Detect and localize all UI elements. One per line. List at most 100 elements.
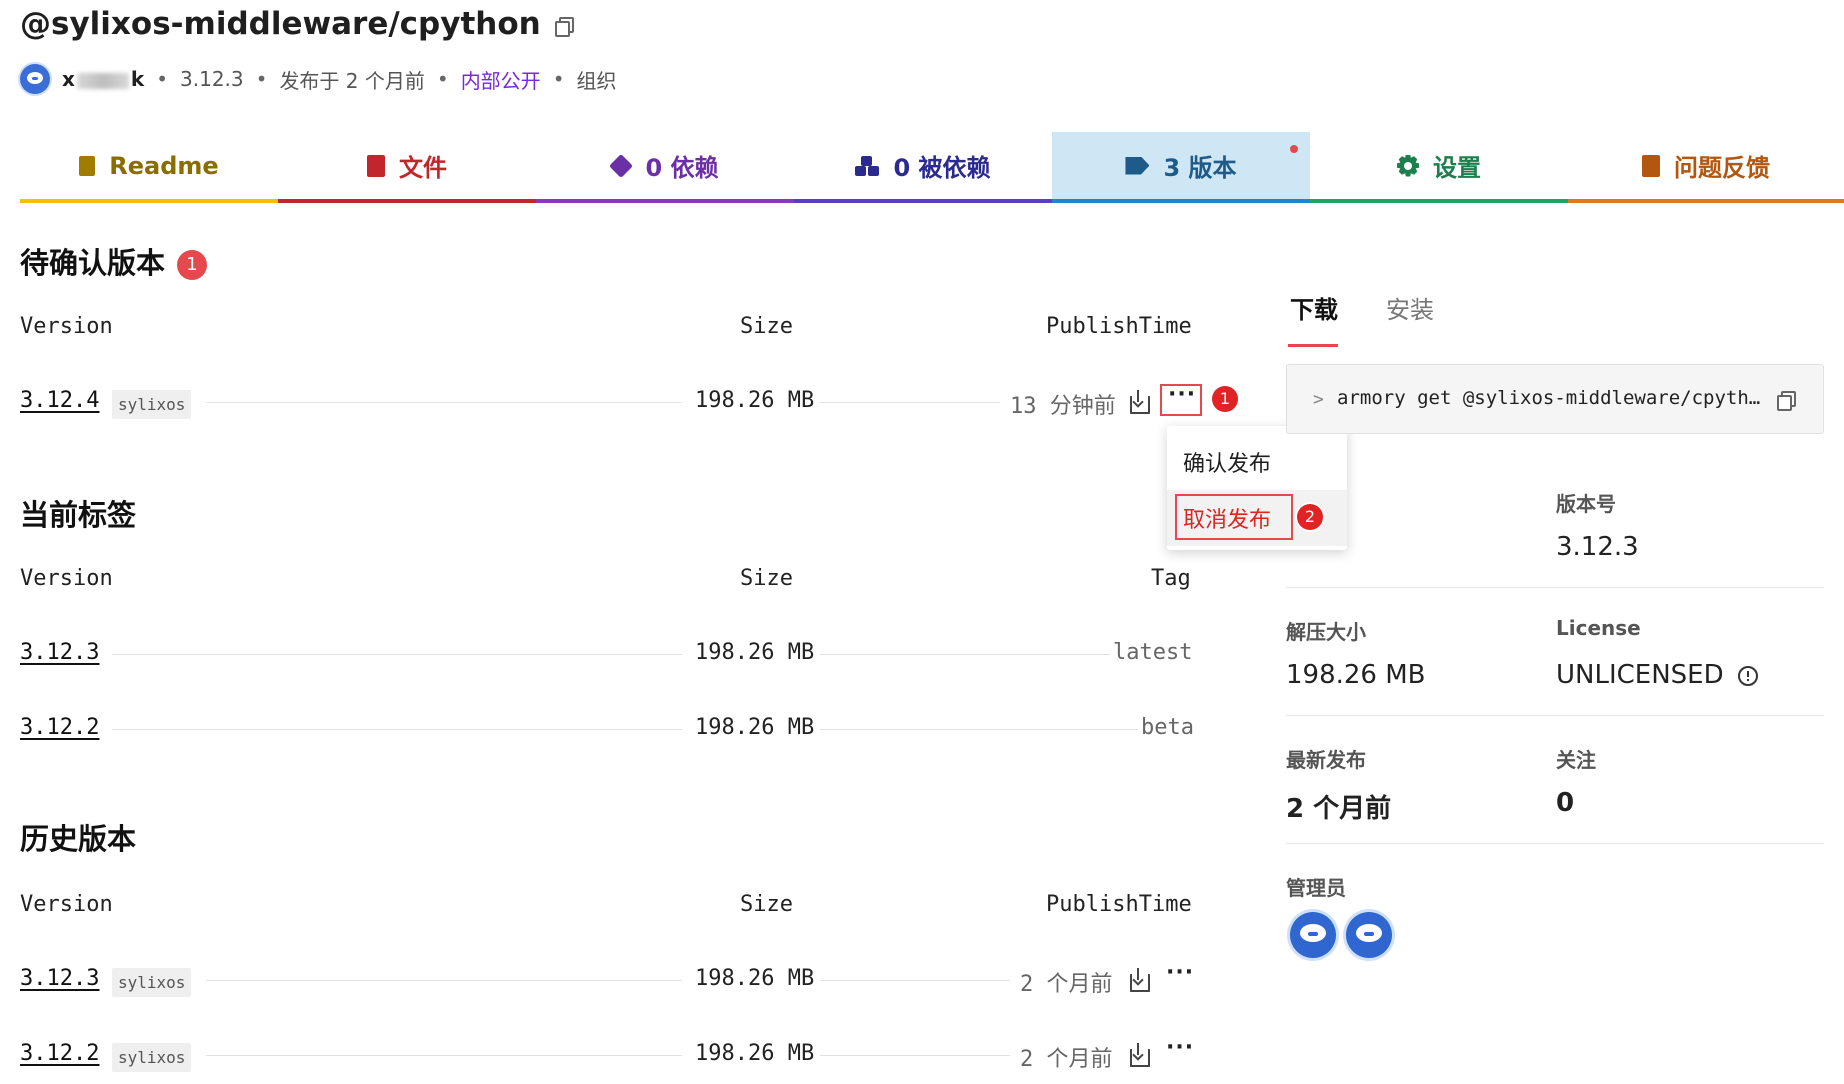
col-size: Size: [740, 892, 793, 917]
history-heading: 历史版本: [20, 822, 137, 856]
follow-label: 关注: [1556, 748, 1596, 772]
copy-icon[interactable]: [554, 16, 574, 37]
publish-time: 2 个月前: [1020, 972, 1113, 997]
actions-dropdown: 确认发布 取消发布 2: [1167, 426, 1347, 550]
row-leader: [820, 729, 1138, 730]
meta-published: 发布于 2 个月前: [279, 68, 425, 93]
author-name[interactable]: xk: [62, 67, 144, 91]
copy-icon[interactable]: [1777, 390, 1796, 411]
menu-confirm-publish[interactable]: 确认发布: [1167, 434, 1347, 490]
version-link[interactable]: 3.12.2: [20, 1041, 99, 1066]
notification-dot: [1290, 145, 1298, 153]
col-tag: Tag: [1151, 566, 1191, 591]
col-size: Size: [740, 314, 793, 339]
package-title: @sylixos-middleware/cpython: [20, 6, 574, 42]
more-actions-button[interactable]: ···: [1166, 1035, 1194, 1060]
tab-install[interactable]: 安装: [1386, 290, 1434, 325]
download-icon[interactable]: [1130, 1043, 1150, 1067]
redacted-name: [76, 72, 129, 89]
publish-time: 2 个月前: [1020, 1047, 1113, 1072]
current-tags-heading: 当前标签: [20, 498, 137, 532]
step-marker-1: 1: [1212, 386, 1238, 412]
license-field: UNLICENSED: [1556, 660, 1758, 690]
pending-count-badge: 1: [177, 250, 208, 280]
license-label: License: [1556, 616, 1641, 640]
platform-chip: sylixos: [112, 390, 192, 419]
visibility-label: 内部公开: [460, 68, 541, 93]
version-size: 198.26 MB: [695, 640, 815, 665]
cube-icon: [609, 153, 634, 178]
col-version: Version: [20, 314, 113, 339]
file-code-icon: [367, 154, 385, 177]
unpacked-size-label: 解压大小: [1286, 620, 1366, 644]
tab-versions[interactable]: 3 版本: [1052, 132, 1310, 199]
more-actions-button[interactable]: ···: [1160, 382, 1202, 416]
row-leader: [820, 654, 1110, 655]
row-leader: [112, 654, 682, 655]
table-row: 3.12.3 sylixos 198.26 MB 2 个月前 ···: [20, 960, 1220, 1006]
table-row: 3.12.2 198.26 MB beta: [20, 715, 1200, 755]
col-version: Version: [20, 566, 113, 591]
command-box: > armory get @sylixos-middleware/cpyth…: [1286, 364, 1824, 434]
tab-readme-underline: [20, 199, 278, 203]
divider: [1286, 843, 1824, 844]
tab-dependencies[interactable]: 0 依赖: [536, 132, 794, 199]
row-leader: [206, 1055, 682, 1056]
menu-cancel-publish[interactable]: 取消发布 2: [1167, 490, 1347, 546]
owner-type: 组织: [576, 68, 617, 93]
version-size: 198.26 MB: [695, 966, 815, 991]
version-size: 198.26 MB: [695, 388, 815, 413]
admin-avatar[interactable]: [1290, 912, 1336, 958]
version-link[interactable]: 3.12.3: [20, 640, 99, 665]
install-command: armory get @sylixos-middleware/cpyth…: [1337, 387, 1761, 409]
row-leader: [820, 1055, 1010, 1056]
row-leader: [112, 729, 682, 730]
tab-dependents-underline: [794, 199, 1052, 203]
version-tag: beta: [1141, 715, 1194, 740]
version-link[interactable]: 3.12.3: [20, 966, 99, 991]
tab-files-underline: [278, 199, 536, 203]
version-value: 3.12.3: [1556, 532, 1639, 562]
cubes-icon: [855, 155, 880, 176]
admins-label: 管理员: [1286, 876, 1346, 900]
col-publish-time: PublishTime: [1046, 314, 1192, 339]
divider: [1286, 587, 1824, 588]
gear-icon: [1397, 154, 1419, 177]
info-icon[interactable]: [1737, 665, 1758, 686]
version-link[interactable]: 3.12.4: [20, 388, 99, 413]
separator: •: [156, 67, 169, 91]
version-tag: latest: [1113, 640, 1193, 665]
separator: •: [436, 67, 449, 91]
tab-readme[interactable]: Readme: [20, 132, 278, 199]
version-size: 198.26 MB: [695, 1041, 815, 1066]
package-tabs: Readme 文件 0 依赖 0 被依赖 3 版本 设置 问题反馈: [20, 132, 1844, 203]
tab-download[interactable]: 下载: [1290, 290, 1338, 325]
more-actions-button[interactable]: ···: [1166, 960, 1194, 985]
row-leader: [206, 402, 682, 403]
author-avatar[interactable]: [20, 64, 50, 94]
col-size: Size: [740, 566, 793, 591]
file-feedback-icon: [1642, 154, 1660, 177]
tab-dependents[interactable]: 0 被依赖: [794, 132, 1052, 199]
download-icon[interactable]: [1130, 390, 1150, 414]
package-meta: xk • 3.12.3 • 发布于 2 个月前 • 内部公开 • 组织: [20, 64, 616, 94]
col-version: Version: [20, 892, 113, 917]
tab-feedback[interactable]: 问题反馈: [1568, 132, 1844, 199]
tab-versions-underline: [1052, 199, 1310, 203]
latest-publish-label: 最新发布: [1286, 748, 1366, 772]
tab-settings[interactable]: 设置: [1310, 132, 1568, 199]
row-leader: [206, 980, 682, 981]
tab-settings-underline: [1310, 199, 1568, 203]
version-link[interactable]: 3.12.2: [20, 715, 99, 740]
latest-publish-value: 2 个月前: [1286, 794, 1392, 824]
tab-download-underline: [1288, 344, 1338, 347]
version-size: 198.26 MB: [695, 715, 815, 740]
follow-value: 0: [1556, 788, 1575, 818]
separator: •: [255, 67, 268, 91]
version-label: 版本号: [1556, 492, 1616, 516]
admin-avatar[interactable]: [1346, 912, 1392, 958]
separator: •: [552, 67, 565, 91]
download-icon[interactable]: [1130, 968, 1150, 992]
tab-files[interactable]: 文件: [278, 132, 536, 199]
table-row: 3.12.4 sylixos 198.26 MB 13 分钟前 ··· 1: [20, 382, 1250, 428]
